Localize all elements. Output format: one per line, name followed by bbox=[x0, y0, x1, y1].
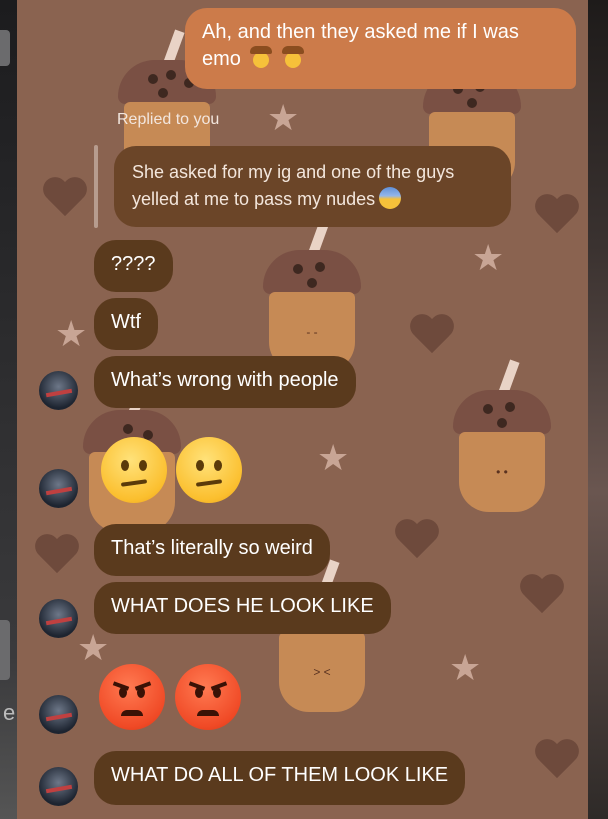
fearful-face-emoji-icon bbox=[379, 187, 402, 209]
message-text: What’s wrong with people bbox=[111, 369, 339, 391]
message-text: WHAT DO ALL OF THEM LOOK LIKE bbox=[111, 764, 449, 786]
incoming-message-bubble[interactable]: WHAT DO ALL OF THEM LOOK LIKE bbox=[94, 751, 466, 805]
cowboy-face-emoji-icon bbox=[282, 46, 305, 68]
background-panel-fragment bbox=[0, 620, 10, 680]
message-text: That’s literally so weird bbox=[111, 537, 313, 559]
quoted-message-bubble[interactable]: She asked for my ig and one of the guys … bbox=[114, 146, 511, 227]
confused-face-emoji-icon[interactable] bbox=[176, 437, 242, 503]
outgoing-message-bubble[interactable]: Ah, and then they asked me if I was emo bbox=[185, 8, 576, 89]
background-panel-fragment bbox=[0, 30, 10, 66]
chat-thread[interactable]: - - • • > < ★ ★ ★ ★ ★ ★ Ah, and then the… bbox=[17, 0, 588, 819]
confused-face-emoji-icon[interactable] bbox=[101, 437, 167, 503]
sender-avatar[interactable] bbox=[39, 371, 78, 410]
message-text: ???? bbox=[111, 253, 156, 275]
incoming-message-bubble[interactable]: WHAT DOES HE LOOK LIKE bbox=[94, 582, 391, 634]
pouting-face-emoji-icon[interactable] bbox=[175, 664, 241, 730]
reply-label: Replied to you bbox=[117, 111, 220, 128]
background-window-right bbox=[588, 0, 608, 819]
sender-avatar[interactable] bbox=[39, 599, 78, 638]
background-window-left: e bbox=[0, 0, 17, 819]
pouting-face-emoji-icon[interactable] bbox=[99, 664, 165, 730]
sender-avatar[interactable] bbox=[39, 767, 78, 806]
sender-avatar[interactable] bbox=[39, 695, 78, 734]
cowboy-face-emoji-icon bbox=[250, 46, 273, 68]
sender-avatar[interactable] bbox=[39, 469, 78, 508]
message-text: Wtf bbox=[111, 311, 141, 333]
incoming-message-bubble[interactable]: That’s literally so weird bbox=[94, 524, 330, 576]
incoming-message-bubble[interactable]: Wtf bbox=[94, 298, 158, 350]
quoted-message-text: She asked for my ig and one of the guys … bbox=[132, 162, 455, 209]
incoming-message-bubble[interactable]: ???? bbox=[94, 240, 173, 292]
reply-indicator-bar bbox=[94, 145, 98, 228]
incoming-message-bubble[interactable]: What’s wrong with people bbox=[94, 356, 356, 408]
background-panel-letter: e bbox=[3, 700, 16, 725]
message-text: WHAT DOES HE LOOK LIKE bbox=[111, 595, 374, 617]
